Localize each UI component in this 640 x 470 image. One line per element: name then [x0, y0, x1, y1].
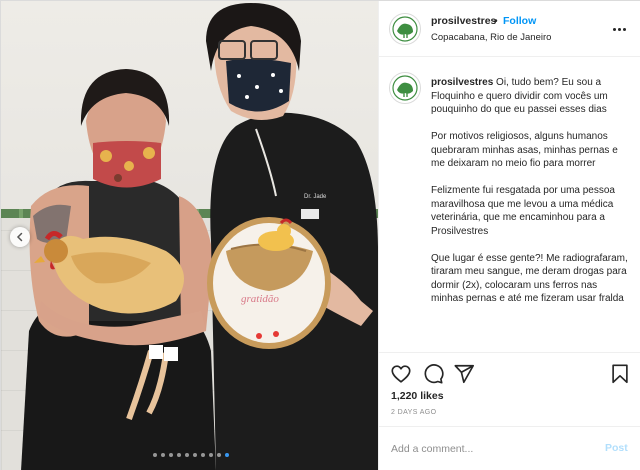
carousel-dot	[225, 453, 229, 457]
heart-icon	[391, 365, 411, 383]
caption-paragraph: prosilvestres Oi, tudo bem? Eu sou a Flo…	[431, 77, 608, 115]
carousel-dot	[185, 453, 189, 457]
chevron-left-icon	[16, 232, 23, 242]
post-caption: prosilvestres Oi, tudo bem? Eu sou a Flo…	[379, 58, 640, 352]
prosilvestres-logo-icon	[392, 16, 418, 42]
likes-count[interactable]: 1,220 likes	[391, 390, 444, 402]
carousel-indicator	[153, 453, 229, 457]
post-sidebar: prosilvestres • Follow Copacabana, Rio d…	[378, 1, 640, 470]
carousel-dot	[193, 453, 197, 457]
post-photo[interactable]: Dr. Jade gratidão	[1, 1, 378, 470]
carousel-dot	[161, 453, 165, 457]
add-comment-bar: Post	[379, 426, 640, 470]
author-username[interactable]: prosilvestres	[431, 15, 496, 27]
embroidery-text: gratidão	[241, 293, 279, 305]
author-avatar[interactable]	[389, 13, 421, 45]
follow-button[interactable]: Follow	[503, 15, 536, 27]
post-header: prosilvestres • Follow Copacabana, Rio d…	[379, 1, 640, 57]
caption-text: prosilvestres Oi, tudo bem? Eu sou a Flo…	[431, 76, 631, 319]
svg-text:Dr. Jade: Dr. Jade	[304, 194, 327, 200]
caption-avatar[interactable]	[389, 72, 421, 104]
comment-icon	[424, 364, 444, 384]
share-button[interactable]	[453, 363, 475, 385]
comment-input[interactable]	[391, 441, 591, 457]
post-comment-button[interactable]: Post	[605, 442, 628, 454]
carousel-dot	[201, 453, 205, 457]
bookmark-icon	[612, 364, 628, 384]
comment-button[interactable]	[422, 363, 444, 385]
more-options-icon	[613, 27, 616, 31]
prosilvestres-logo-icon	[392, 75, 418, 101]
instagram-post: Dr. Jade gratidão prosilvestres • Follow…	[0, 0, 640, 470]
carousel-dot	[177, 453, 181, 457]
carousel-prev-button[interactable]	[10, 227, 30, 247]
post-location[interactable]: Copacabana, Rio de Janeiro	[431, 32, 551, 43]
header-separator: •	[494, 15, 498, 27]
carousel-dot	[209, 453, 213, 457]
caption-paragraph: Por motivos religiosos, alguns humanos q…	[431, 131, 618, 169]
more-options-button[interactable]	[613, 23, 629, 35]
like-button[interactable]	[390, 363, 412, 385]
embroidery-hoop	[207, 217, 331, 349]
save-button[interactable]	[609, 363, 631, 385]
carousel-dot	[217, 453, 221, 457]
caption-paragraph: Felizmente fui resgatada por uma pessoa …	[431, 185, 615, 237]
photo-scene: Dr. Jade gratidão	[21, 3, 378, 470]
caption-paragraph: Que lugar é esse gente?! Me radiografara…	[431, 252, 628, 305]
share-icon	[454, 364, 474, 384]
carousel-dot	[153, 453, 157, 457]
carousel-dot	[169, 453, 173, 457]
post-date[interactable]: 2 DAYS AGO	[391, 409, 437, 416]
caption-username[interactable]: prosilvestres	[431, 77, 493, 88]
